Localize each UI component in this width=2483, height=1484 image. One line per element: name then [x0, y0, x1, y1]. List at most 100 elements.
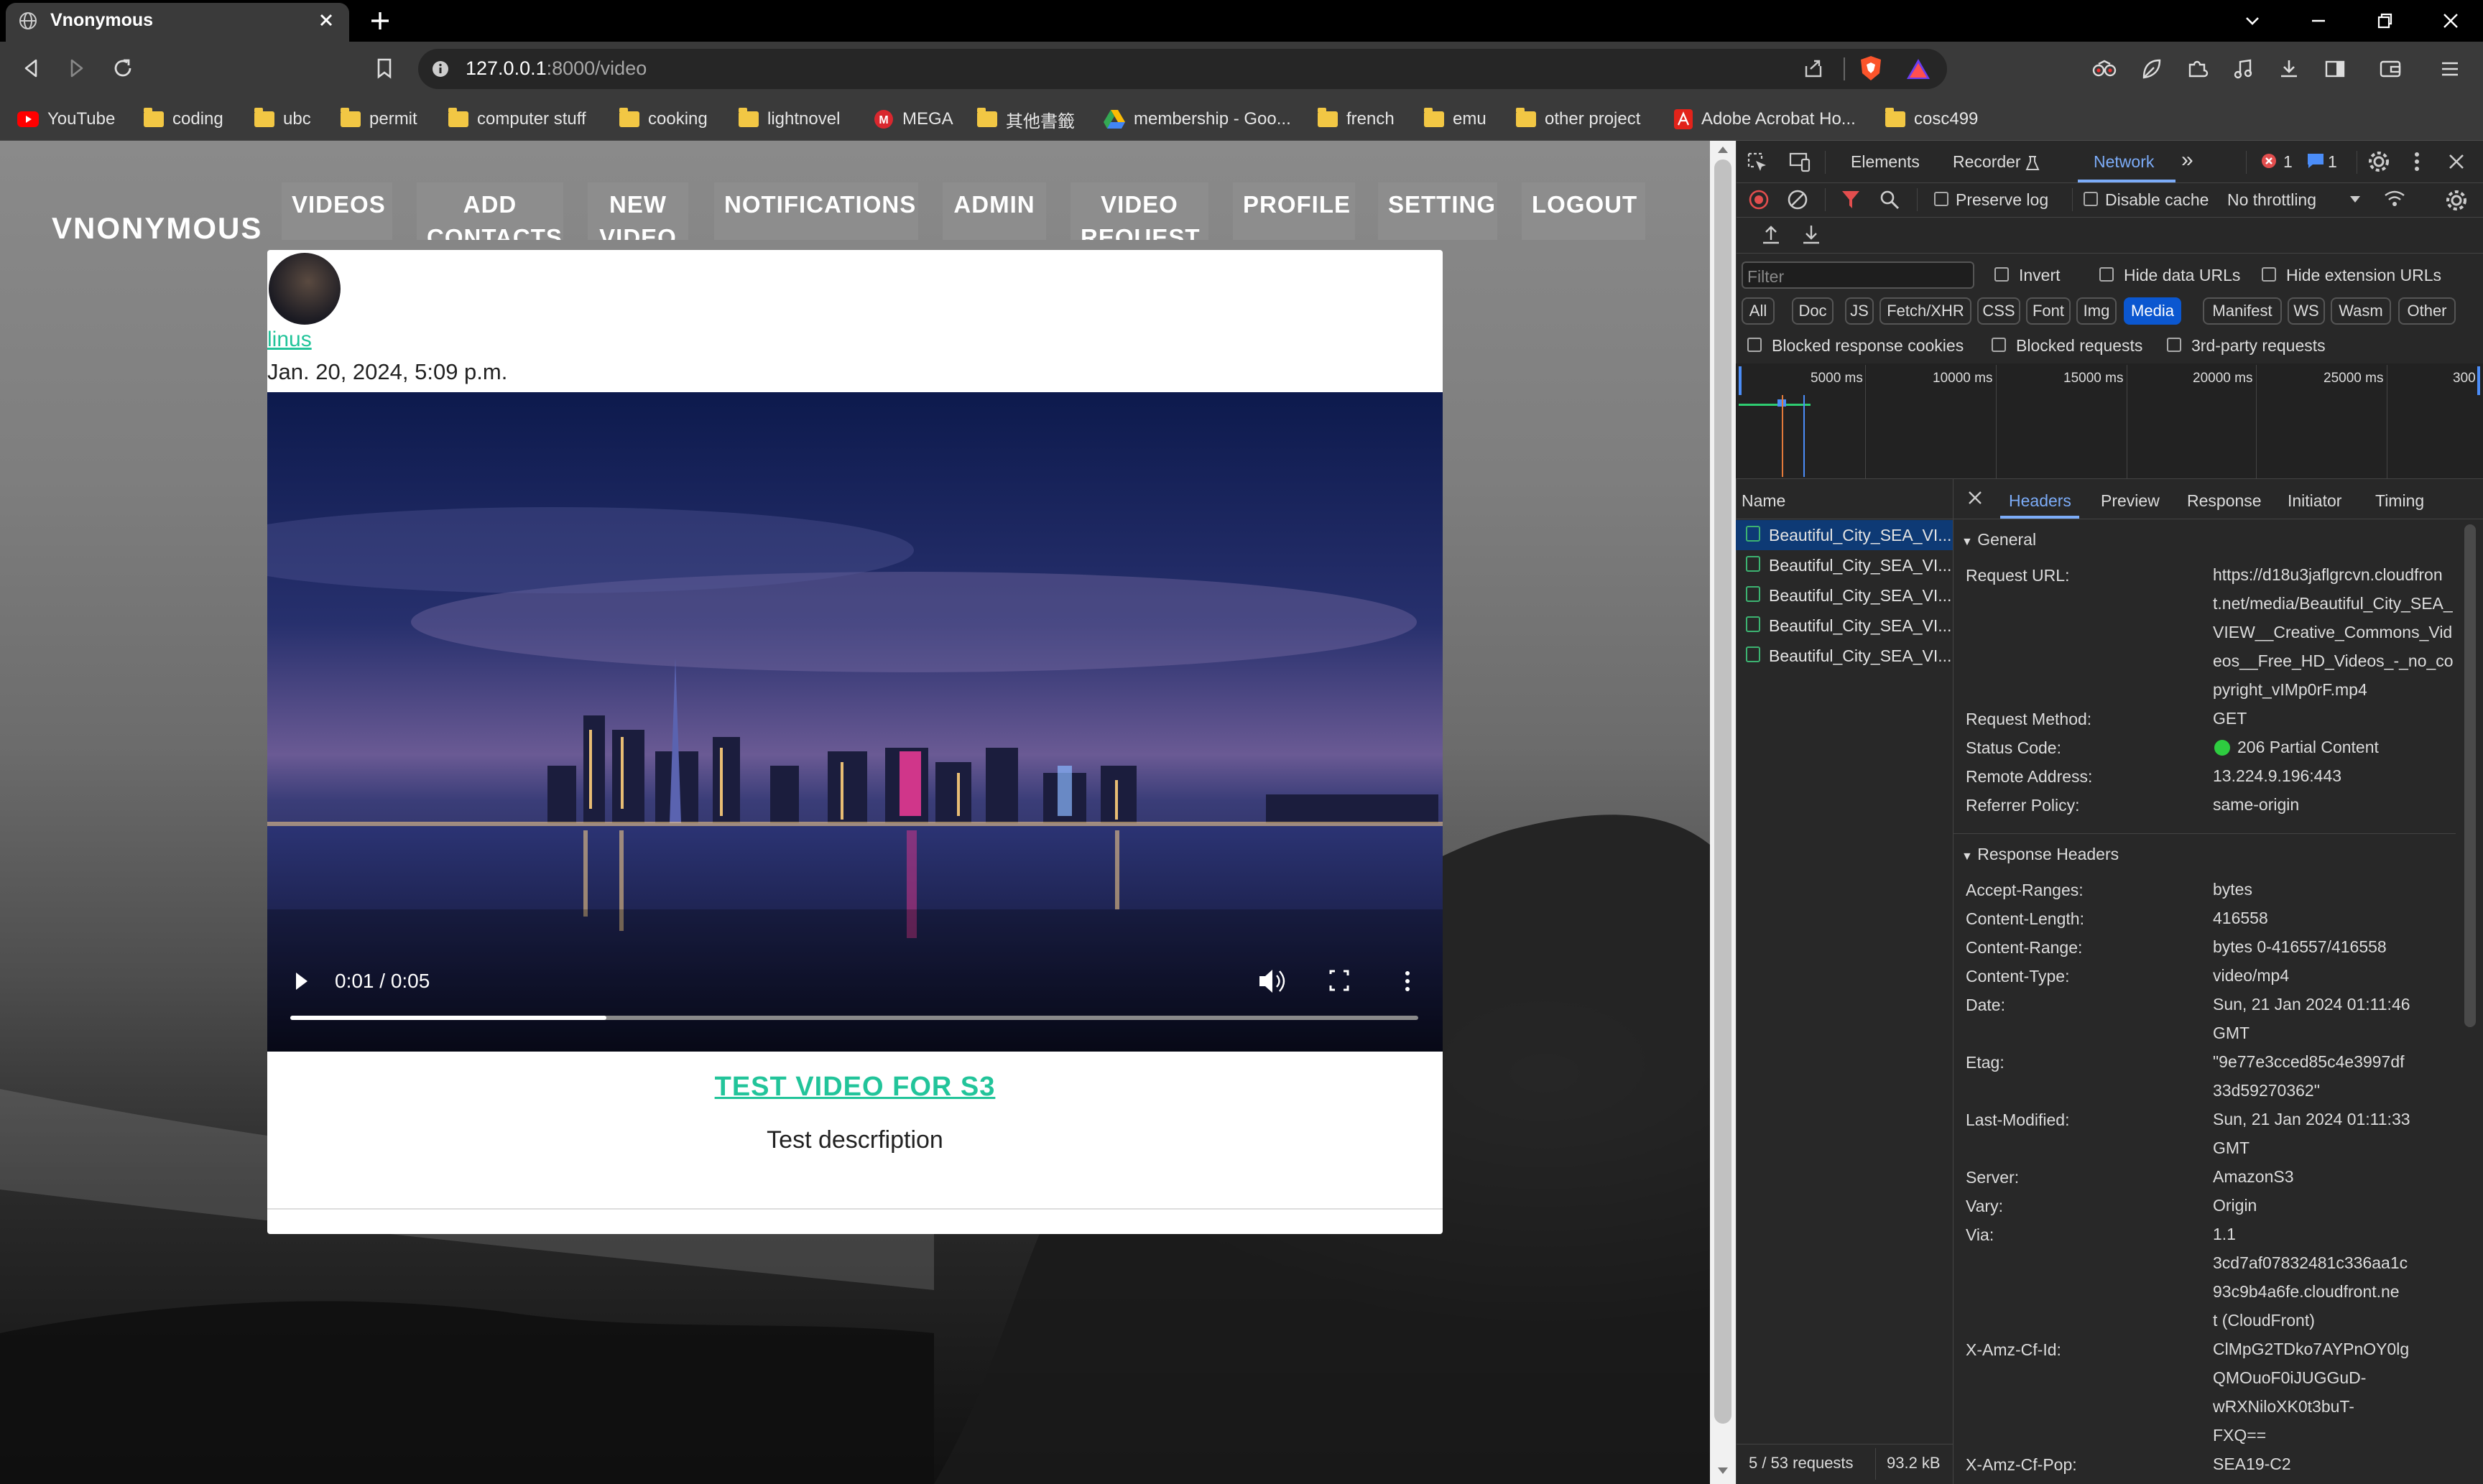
- filter-icon[interactable]: [1839, 188, 1862, 211]
- nav-logout[interactable]: LOGOUT: [1522, 182, 1645, 240]
- extensions-puzzle-icon[interactable]: [2186, 57, 2209, 80]
- devtools-menu-icon[interactable]: [2410, 149, 2424, 174]
- new-tab-icon[interactable]: [368, 9, 392, 33]
- third-party-checkbox[interactable]: [2167, 338, 2181, 352]
- filter-wasm[interactable]: Wasm: [2331, 297, 2391, 325]
- request-row[interactable]: Beautiful_City_SEA_VI...: [1769, 526, 1951, 545]
- bookmark-lightnovel[interactable]: lightnovel: [739, 105, 840, 134]
- minimize-icon[interactable]: [2306, 9, 2331, 33]
- name-column-header[interactable]: Name: [1742, 491, 1785, 511]
- general-section-toggle[interactable]: ▼ General: [1961, 530, 2036, 549]
- clear-icon[interactable]: [1786, 188, 1809, 211]
- invert-checkbox[interactable]: [1994, 267, 2009, 282]
- back-icon[interactable]: [19, 56, 43, 80]
- nav-profile[interactable]: PROFILE: [1233, 182, 1355, 240]
- bookmark-french[interactable]: french: [1318, 105, 1395, 134]
- nav-video-request[interactable]: VIDEO REQUEST: [1071, 182, 1208, 240]
- more-tabs-icon[interactable]: »: [2181, 148, 2193, 172]
- brave-rewards-icon[interactable]: [1905, 57, 1931, 80]
- timeline-handle-right[interactable]: [2477, 366, 2480, 395]
- bookmark-ubc[interactable]: ubc: [254, 105, 311, 134]
- sidebar-icon[interactable]: [2324, 57, 2346, 80]
- filter-font[interactable]: Font: [2026, 297, 2071, 325]
- video-title-link[interactable]: TEST VIDEO FOR S3: [267, 1072, 1443, 1103]
- fullscreen-icon[interactable]: [1329, 970, 1349, 991]
- forward-icon[interactable]: [65, 56, 89, 80]
- filter-img[interactable]: Img: [2076, 297, 2117, 325]
- filter-media[interactable]: Media: [2124, 297, 2181, 325]
- bookmark-computer-stuff[interactable]: computer stuff: [448, 105, 586, 134]
- bookmark-permit[interactable]: permit: [341, 105, 417, 134]
- play-icon[interactable]: [296, 973, 308, 990]
- site-logo[interactable]: VNONYMOUS: [52, 211, 262, 246]
- bookmark-cosc499[interactable]: cosc499: [1885, 105, 1978, 134]
- close-detail-icon[interactable]: [1966, 488, 1984, 507]
- bookmark-membership[interactable]: membership - Goo...: [1104, 105, 1291, 134]
- more-options-icon[interactable]: [1405, 971, 1410, 991]
- response-headers-toggle[interactable]: ▼ Response Headers: [1961, 845, 2119, 864]
- brave-shield-icon[interactable]: [1858, 55, 1884, 82]
- preserve-log-checkbox[interactable]: [1934, 192, 1948, 206]
- error-count[interactable]: 1: [2283, 152, 2293, 172]
- import-har-icon[interactable]: [1760, 223, 1782, 246]
- nav-setting[interactable]: SETTING: [1378, 182, 1497, 240]
- filter-other[interactable]: Other: [2398, 297, 2456, 325]
- page-scrollbar-thumb[interactable]: [1714, 159, 1731, 1424]
- filter-js[interactable]: JS: [1845, 297, 1874, 325]
- bookmark-mega[interactable]: M MEGA: [874, 105, 953, 134]
- volume-icon[interactable]: [1259, 970, 1285, 993]
- message-icon[interactable]: [2306, 152, 2325, 170]
- close-window-icon[interactable]: [2438, 9, 2463, 33]
- bookmark-youtube[interactable]: YouTube: [17, 105, 115, 134]
- timeline-handle-left[interactable]: [1739, 366, 1742, 395]
- request-row[interactable]: Beautiful_City_SEA_VI...: [1769, 556, 1951, 575]
- nav-notifications[interactable]: NOTIFICATIONS: [714, 182, 918, 240]
- request-row[interactable]: Beautiful_City_SEA_VI...: [1769, 616, 1951, 636]
- network-settings-icon[interactable]: [2444, 188, 2469, 213]
- extension-glasses-icon[interactable]: [2092, 57, 2117, 80]
- nav-videos[interactable]: VIDEOS: [282, 182, 392, 240]
- filter-ws[interactable]: WS: [2288, 297, 2325, 325]
- video-player[interactable]: 0:01 / 0:05: [267, 392, 1443, 1052]
- bookmark-emu[interactable]: emu: [1424, 105, 1486, 134]
- blocked-cookies-checkbox[interactable]: [1747, 338, 1762, 352]
- bookmark-other-project[interactable]: other project: [1516, 105, 1640, 134]
- detail-tab-headers[interactable]: Headers: [2009, 491, 2071, 511]
- nav-new-video[interactable]: NEW VIDEO: [588, 182, 688, 240]
- message-count[interactable]: 1: [2328, 152, 2337, 172]
- reload-icon[interactable]: [111, 56, 135, 80]
- share-icon[interactable]: [1802, 57, 1825, 80]
- device-toolbar-icon[interactable]: [1788, 151, 1812, 174]
- hide-data-urls-checkbox[interactable]: [2099, 267, 2114, 282]
- tab-network[interactable]: Network: [2094, 152, 2154, 172]
- bookmark-adobe-acrobat[interactable]: Adobe Acrobat Ho...: [1674, 105, 1856, 134]
- menu-icon[interactable]: [2438, 57, 2461, 80]
- throttling-select[interactable]: No throttling: [2227, 190, 2316, 210]
- detail-scrollbar-thumb[interactable]: [2464, 524, 2476, 1027]
- bookmark-coding[interactable]: coding: [144, 105, 223, 134]
- bookmark-cooking[interactable]: cooking: [619, 105, 708, 134]
- extension-leaf-icon[interactable]: [2140, 57, 2163, 80]
- restore-icon[interactable]: [2372, 9, 2397, 33]
- dropdown-arrow-icon[interactable]: [2348, 194, 2362, 205]
- nav-admin[interactable]: ADMIN: [943, 182, 1046, 240]
- bookmark-icon[interactable]: [372, 56, 397, 80]
- username-link[interactable]: linus: [267, 328, 312, 352]
- media-control-icon[interactable]: [2232, 57, 2255, 80]
- detail-tab-preview[interactable]: Preview: [2101, 491, 2160, 511]
- network-conditions-icon[interactable]: [2382, 188, 2407, 210]
- request-row[interactable]: Beautiful_City_SEA_VI...: [1769, 646, 1951, 666]
- settings-gear-icon[interactable]: [2367, 149, 2391, 174]
- filter-doc[interactable]: Doc: [1792, 297, 1834, 325]
- detail-tab-initiator[interactable]: Initiator: [2288, 491, 2341, 511]
- detail-tab-timing[interactable]: Timing: [2375, 491, 2424, 511]
- tab-recorder[interactable]: Recorder: [1953, 152, 2040, 172]
- export-har-icon[interactable]: [1800, 223, 1822, 246]
- downloads-icon[interactable]: [2278, 57, 2301, 80]
- wallet-icon[interactable]: [2378, 57, 2403, 80]
- close-devtools-icon[interactable]: [2446, 151, 2467, 172]
- inspect-element-icon[interactable]: [1746, 151, 1769, 174]
- disable-cache-checkbox[interactable]: [2084, 192, 2098, 206]
- hide-extension-urls-checkbox[interactable]: [2262, 267, 2276, 282]
- site-info-icon[interactable]: [431, 60, 450, 78]
